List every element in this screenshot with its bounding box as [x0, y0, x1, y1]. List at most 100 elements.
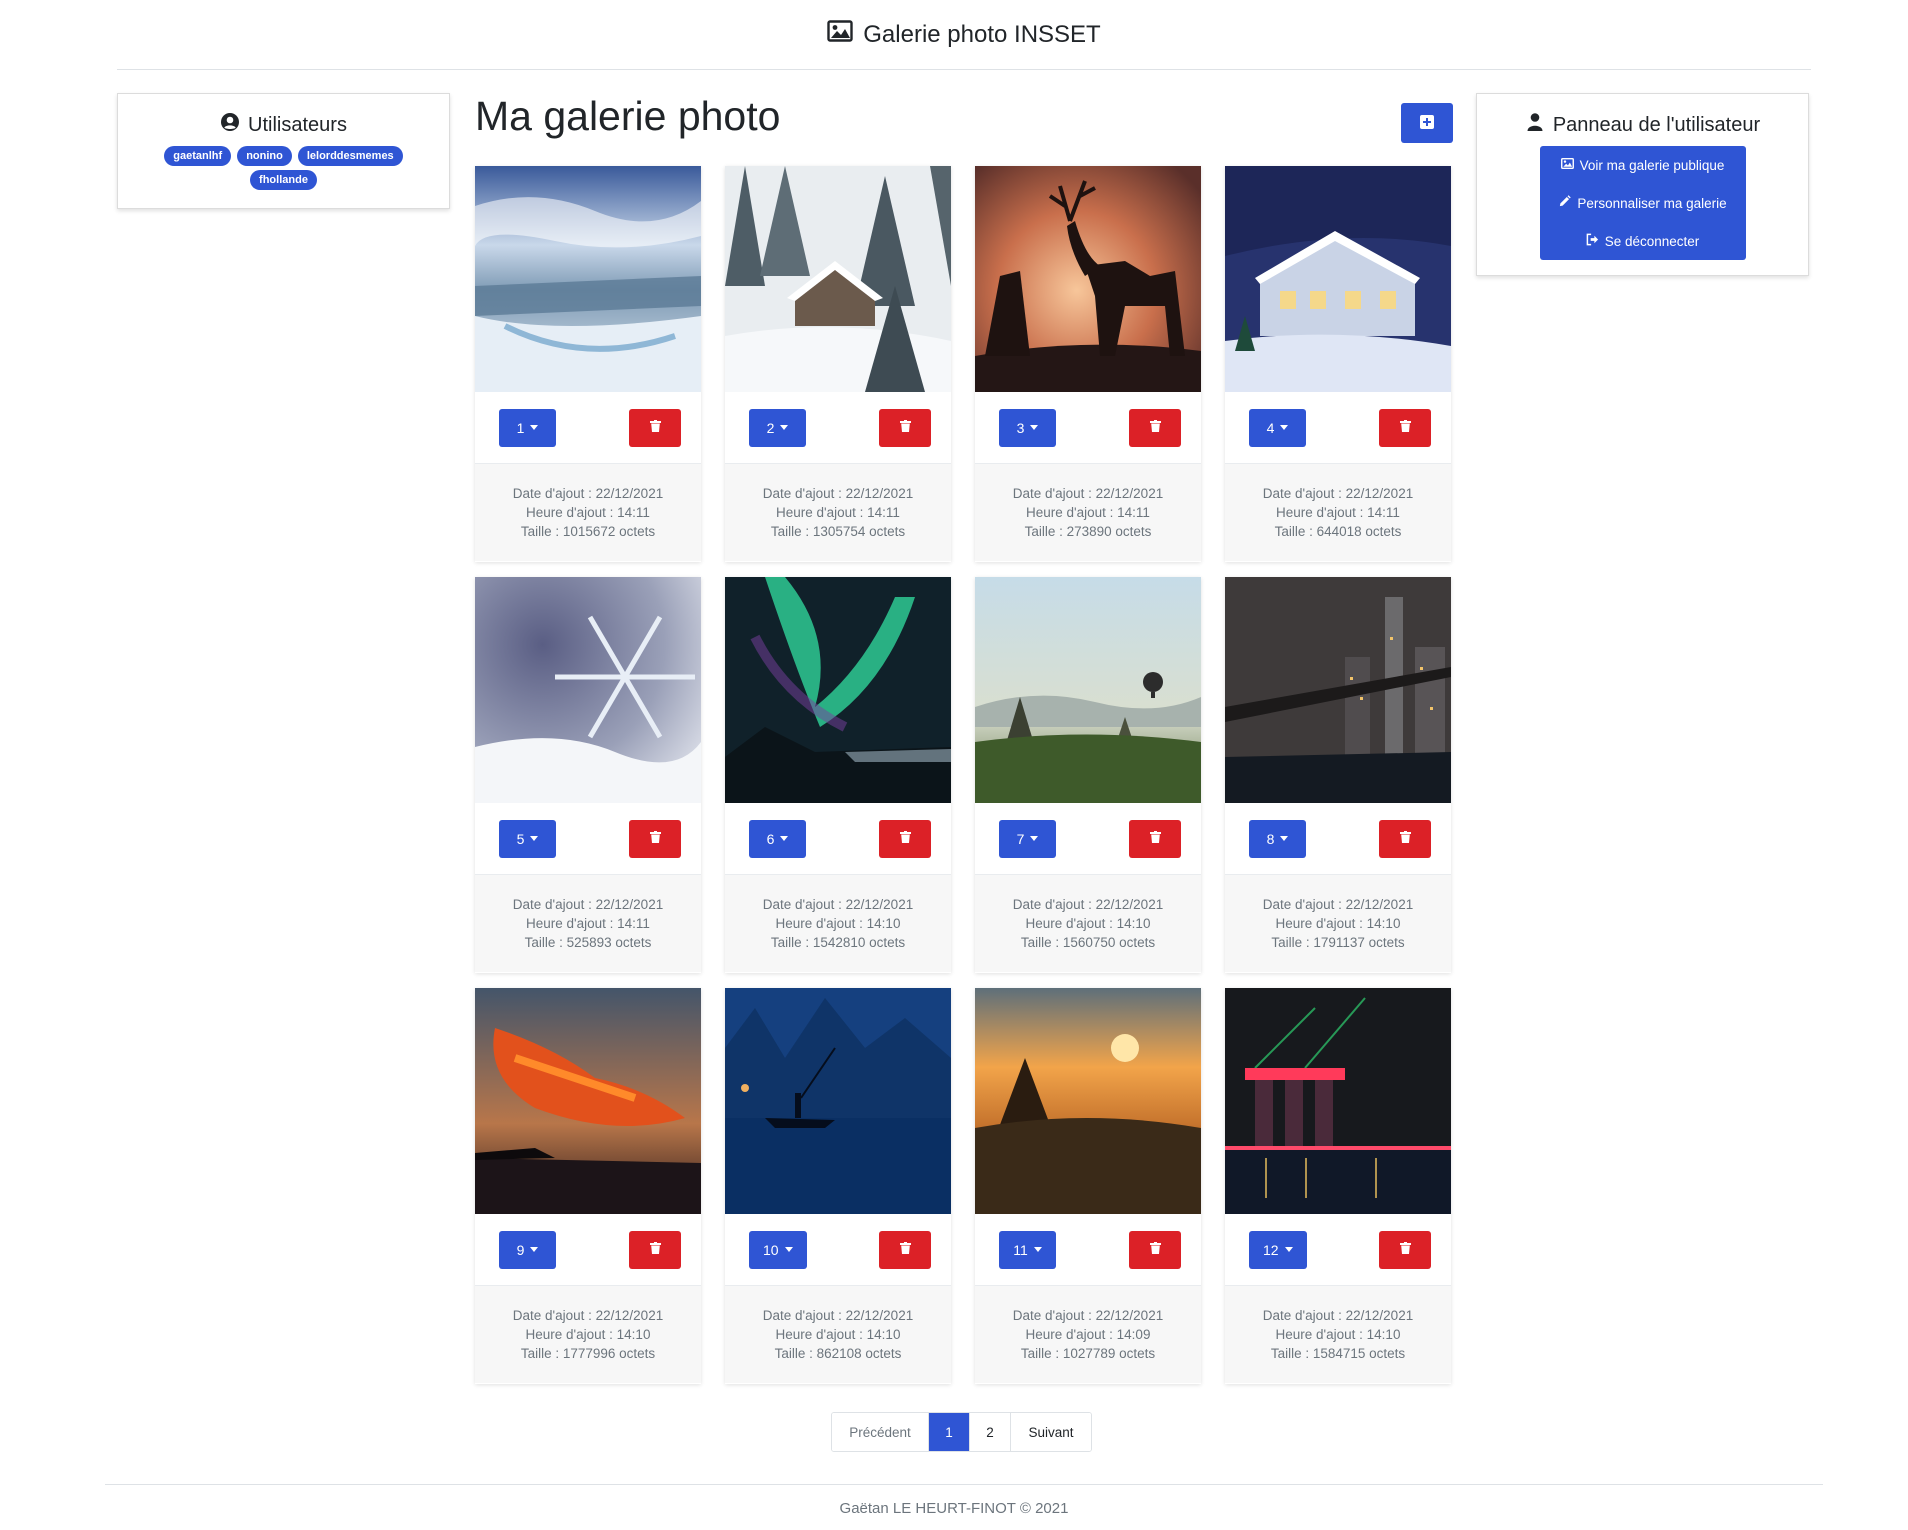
photo-number-dropdown[interactable]: 7 — [999, 819, 1056, 858]
photo-number-dropdown[interactable]: 3 — [999, 408, 1056, 447]
photo-thumbnail[interactable] — [1225, 988, 1451, 1214]
photo-actions: 6 — [725, 803, 951, 875]
photo-meta: Date d'ajout : 22/12/2021 Heure d'ajout … — [725, 1286, 951, 1383]
photo-date: Date d'ajout : 22/12/2021 — [512, 897, 664, 912]
photo-actions: 3 — [975, 392, 1201, 464]
photo-number-dropdown[interactable]: 5 — [499, 819, 556, 858]
photo-date: Date d'ajout : 22/12/2021 — [1262, 486, 1414, 501]
photo-actions: 12 — [1225, 1214, 1451, 1286]
delete-photo-button[interactable] — [629, 819, 681, 858]
photo-thumbnail[interactable] — [975, 988, 1201, 1214]
footer-divider — [105, 1484, 1823, 1485]
delete-photo-button[interactable] — [1129, 1230, 1181, 1269]
caret-down-icon — [530, 425, 539, 430]
delete-photo-button[interactable] — [1129, 408, 1181, 447]
photo-thumbnail[interactable] — [1225, 577, 1451, 803]
photo-card: 10 Date d'ajout : 22/12/2021 Heure d'ajo… — [725, 988, 951, 1384]
photo-card: 3 Date d'ajout : 22/12/2021 Heure d'ajou… — [975, 166, 1201, 562]
photo-thumbnail[interactable] — [475, 166, 701, 392]
photo-date: Date d'ajout : 22/12/2021 — [1012, 1308, 1164, 1323]
photo-meta: Date d'ajout : 22/12/2021 Heure d'ajout … — [975, 875, 1201, 972]
delete-photo-button[interactable] — [629, 1230, 681, 1269]
pagination-next[interactable]: Suivant — [1011, 1413, 1091, 1451]
photo-card: 12 Date d'ajout : 22/12/2021 Heure d'ajo… — [1225, 988, 1451, 1384]
photo-number-dropdown[interactable]: 10 — [749, 1230, 807, 1269]
photo-number: 5 — [516, 830, 525, 847]
photo-number: 11 — [1013, 1241, 1028, 1258]
photo-date: Date d'ajout : 22/12/2021 — [512, 1308, 664, 1323]
delete-photo-button[interactable] — [879, 819, 931, 858]
view-public-gallery-link[interactable]: Voir ma galerie publique — [1540, 146, 1746, 184]
photo-date: Date d'ajout : 22/12/2021 — [1262, 1308, 1414, 1323]
pagination: Précédent 1 2 Suivant — [831, 1412, 1092, 1452]
trash-icon — [899, 420, 911, 435]
photo-number-dropdown[interactable]: 2 — [749, 408, 806, 447]
photo-card: 7 Date d'ajout : 22/12/2021 Heure d'ajou… — [975, 577, 1201, 973]
photo-number: 3 — [1016, 419, 1025, 436]
photo-meta: Date d'ajout : 22/12/2021 Heure d'ajout … — [975, 464, 1201, 561]
photo-thumbnail[interactable] — [725, 577, 951, 803]
logout-link[interactable]: Se déconnecter — [1540, 222, 1746, 260]
user-badge[interactable]: gaetanlhf — [164, 146, 232, 166]
photo-thumbnail[interactable] — [975, 577, 1201, 803]
delete-photo-button[interactable] — [629, 408, 681, 447]
view-public-gallery-label: Voir ma galerie publique — [1579, 157, 1725, 173]
photo-thumbnail[interactable] — [475, 988, 701, 1214]
user-badge[interactable]: lelorddesmemes — [297, 146, 403, 166]
photo-number-dropdown[interactable]: 4 — [1249, 408, 1306, 447]
user-panel-card: Panneau de l'utilisateur Voir ma galerie… — [1476, 93, 1809, 276]
photo-thumbnail[interactable] — [1225, 166, 1451, 392]
photo-number: 4 — [1266, 419, 1275, 436]
photo-number: 2 — [766, 419, 775, 436]
photo-thumbnail[interactable] — [725, 988, 951, 1214]
add-photo-button[interactable] — [1401, 103, 1453, 143]
photo-thumbnail[interactable] — [725, 166, 951, 392]
photo-size: Taille : 862108 octets — [774, 1346, 902, 1361]
brand[interactable]: Galerie photo INSSET — [827, 20, 1101, 49]
pagination-previous[interactable]: Précédent — [832, 1413, 929, 1451]
pencil-icon — [1558, 195, 1572, 211]
photo-size: Taille : 525893 octets — [524, 935, 652, 950]
trash-icon — [649, 1242, 661, 1257]
photo-card: 5 Date d'ajout : 22/12/2021 Heure d'ajou… — [475, 577, 701, 973]
photo-number-dropdown[interactable]: 1 — [499, 408, 556, 447]
photo-meta: Date d'ajout : 22/12/2021 Heure d'ajout … — [1225, 875, 1451, 972]
photo-number-dropdown[interactable]: 12 — [1249, 1230, 1307, 1269]
photo-actions: 8 — [1225, 803, 1451, 875]
delete-photo-button[interactable] — [879, 1230, 931, 1269]
photo-number-dropdown[interactable]: 6 — [749, 819, 806, 858]
pagination-page-2[interactable]: 2 — [970, 1413, 1011, 1451]
photo-number-dropdown[interactable]: 9 — [499, 1230, 556, 1269]
photo-actions: 11 — [975, 1214, 1201, 1286]
photo-number-dropdown[interactable]: 11 — [999, 1230, 1056, 1269]
photo-date: Date d'ajout : 22/12/2021 — [762, 897, 914, 912]
user-badge[interactable]: nonino — [237, 146, 292, 166]
delete-photo-button[interactable] — [1379, 819, 1431, 858]
caret-down-icon — [530, 1247, 539, 1252]
photo-thumbnail[interactable] — [975, 166, 1201, 392]
delete-photo-button[interactable] — [1379, 1230, 1431, 1269]
photo-time: Heure d'ajout : 14:09 — [1025, 1327, 1151, 1342]
trash-icon — [1399, 420, 1411, 435]
photo-actions: 9 — [475, 1214, 701, 1286]
photo-date: Date d'ajout : 22/12/2021 — [1012, 486, 1164, 501]
customize-gallery-link[interactable]: Personnaliser ma galerie — [1540, 184, 1746, 222]
delete-photo-button[interactable] — [879, 408, 931, 447]
photo-card: 4 Date d'ajout : 22/12/2021 Heure d'ajou… — [1225, 166, 1451, 562]
photo-thumbnail[interactable] — [475, 577, 701, 803]
page-title: Ma galerie photo — [475, 93, 781, 139]
delete-photo-button[interactable] — [1129, 819, 1181, 858]
delete-photo-button[interactable] — [1379, 408, 1431, 447]
caret-down-icon — [1284, 1247, 1293, 1252]
photo-number-dropdown[interactable]: 8 — [1249, 819, 1306, 858]
pagination-page-1[interactable]: 1 — [929, 1413, 970, 1451]
users-title-text: Utilisateurs — [248, 113, 347, 136]
photo-date: Date d'ajout : 22/12/2021 — [1262, 897, 1414, 912]
caret-down-icon — [784, 1247, 793, 1252]
photo-meta: Date d'ajout : 22/12/2021 Heure d'ajout … — [475, 875, 701, 972]
user-badge[interactable]: fhollande — [250, 170, 317, 190]
sign-out-icon — [1586, 233, 1599, 249]
brand-title: Galerie photo INSSET — [863, 20, 1101, 48]
photo-size: Taille : 644018 octets — [1274, 524, 1402, 539]
caret-down-icon — [1030, 836, 1039, 841]
